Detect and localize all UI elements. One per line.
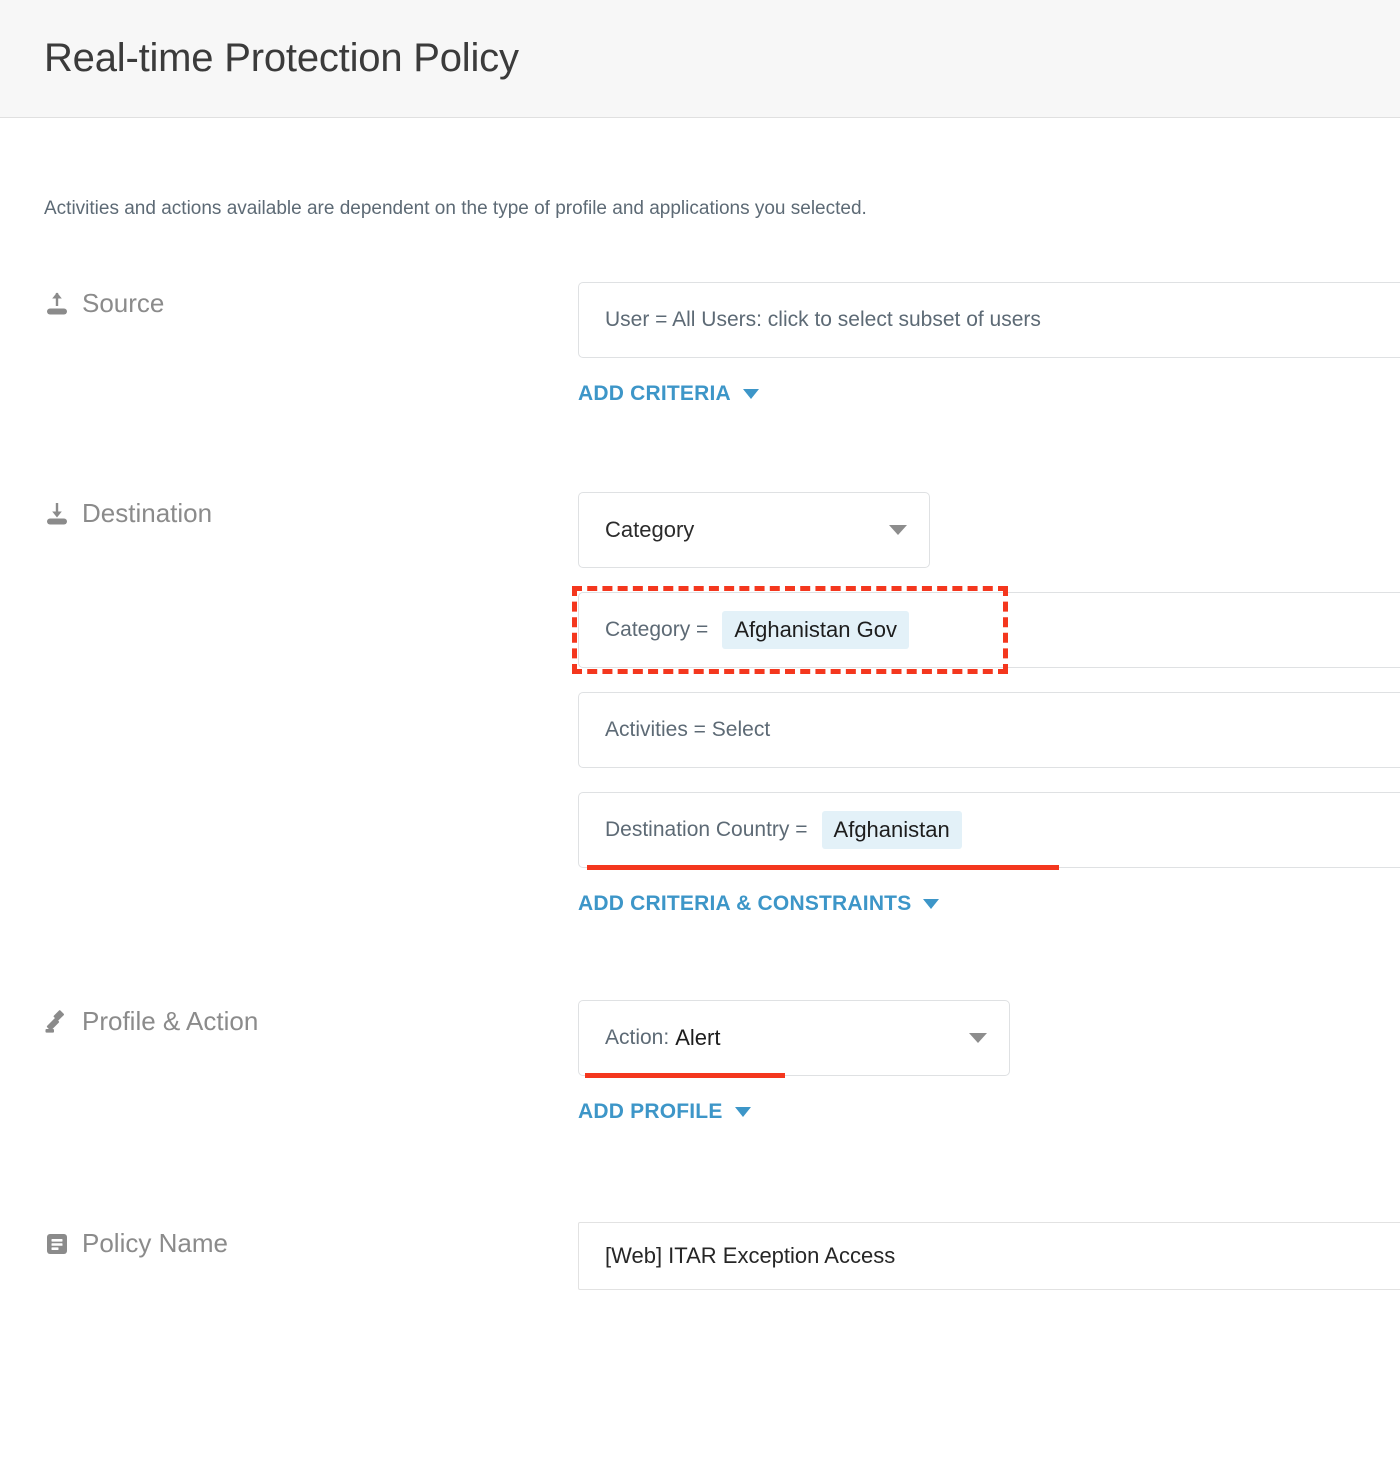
source-label-group: Source <box>44 282 578 319</box>
category-criteria[interactable]: Category = Afghanistan Gov <box>578 592 1400 668</box>
destination-country-label: Destination Country = <box>605 818 808 841</box>
policy-name-label: Policy Name <box>82 1228 228 1258</box>
section-policy-name: Policy Name <box>0 1222 1400 1290</box>
destination-country-value: Afghanistan <box>821 811 962 849</box>
profile-action-label-group: Profile & Action <box>44 1000 578 1037</box>
source-user-criteria-text: User = All Users: click to select subset… <box>605 308 1041 331</box>
destination-label: Destination <box>82 498 213 528</box>
upload-icon <box>44 291 70 317</box>
page-content: Activities and actions available are dep… <box>0 118 1400 1290</box>
source-user-criteria[interactable]: User = All Users: click to select subset… <box>578 282 1400 358</box>
annotation-underline <box>585 1073 785 1078</box>
destination-type-select[interactable]: Category <box>578 492 930 568</box>
destination-country-criteria[interactable]: Destination Country = Afghanistan <box>578 792 1400 870</box>
page-header: Real-time Protection Policy <box>0 0 1400 118</box>
source-fields: User = All Users: click to select subset… <box>578 282 1400 406</box>
section-profile-action: Profile & Action Action: Alert ADD PROFI… <box>0 1000 1400 1124</box>
activities-criteria[interactable]: Activities = Select <box>578 692 1400 768</box>
section-source: Source User = All Users: click to select… <box>0 282 1400 406</box>
page-title: Real-time Protection Policy <box>44 36 519 80</box>
add-profile-label: ADD PROFILE <box>578 1100 723 1123</box>
source-label: Source <box>82 288 165 318</box>
chevron-down-icon <box>734 1107 751 1117</box>
destination-type-value: Category <box>605 517 695 542</box>
add-profile-link[interactable]: ADD PROFILE <box>578 1100 751 1124</box>
gavel-icon <box>44 1009 70 1035</box>
profile-action-fields: Action: Alert ADD PROFILE <box>578 1000 1400 1124</box>
chevron-down-icon <box>969 1033 987 1043</box>
policy-name-fields <box>578 1222 1400 1290</box>
intro-text: Activities and actions available are dep… <box>44 198 867 219</box>
action-select[interactable]: Action: Alert <box>578 1000 1010 1078</box>
category-criteria-label: Category = <box>605 618 709 641</box>
add-criteria-source-label: ADD CRITERIA <box>578 382 731 405</box>
category-criteria-wrapper: Category = Afghanistan Gov <box>572 586 1400 674</box>
chevron-down-icon <box>889 525 907 535</box>
destination-label-group: Destination <box>44 492 578 529</box>
download-icon <box>44 501 70 527</box>
profile-action-label: Profile & Action <box>82 1006 259 1036</box>
note-lines-icon <box>44 1231 70 1257</box>
action-select-value: Alert <box>675 1025 721 1050</box>
add-criteria-constraints-label: ADD CRITERIA & CONSTRAINTS <box>578 892 912 915</box>
policy-name-input[interactable] <box>578 1222 1400 1290</box>
policy-name-label-group: Policy Name <box>44 1222 578 1259</box>
chevron-down-icon <box>923 899 940 909</box>
section-destination: Destination Category Category = Afghanis… <box>0 492 1400 916</box>
add-criteria-constraints-link[interactable]: ADD CRITERIA & CONSTRAINTS <box>578 892 940 916</box>
add-criteria-source-link[interactable]: ADD CRITERIA <box>578 382 759 406</box>
annotation-underline <box>587 865 1059 870</box>
action-select-label: Action: <box>605 1026 670 1049</box>
chevron-down-icon <box>742 389 759 399</box>
category-criteria-value: Afghanistan Gov <box>722 611 909 649</box>
activities-criteria-text: Activities = Select <box>605 718 771 741</box>
destination-fields: Category Category = Afghanistan Gov Acti… <box>572 492 1400 916</box>
